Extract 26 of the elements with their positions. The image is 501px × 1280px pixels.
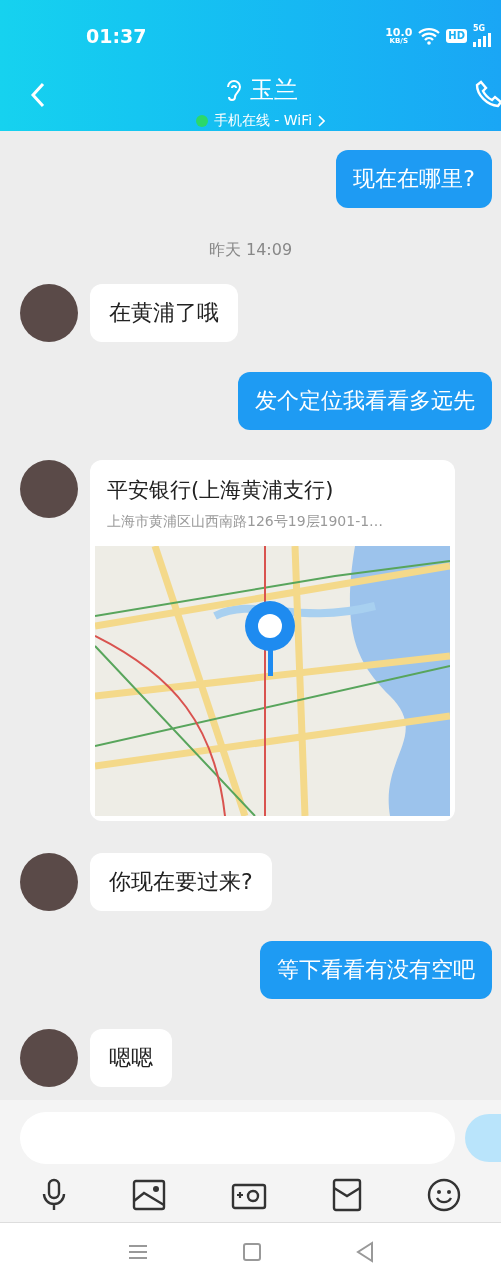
status-time: 01:37 (86, 23, 147, 49)
timestamp: 昨天 14:09 (208, 239, 293, 261)
envelope-icon[interactable] (331, 1178, 362, 1212)
microphone-icon[interactable] (40, 1178, 67, 1212)
contact-name: 玉兰 (249, 75, 298, 106)
location-card[interactable]: 平安银行(上海黄浦支行) 上海市黄浦区山西南路126号19层1901-1… (90, 460, 455, 821)
image-icon[interactable] (131, 1179, 166, 1211)
back-triangle-icon[interactable] (354, 1240, 375, 1263)
home-icon[interactable] (241, 1241, 262, 1262)
signal-icon (473, 33, 493, 47)
location-title: 平安银行(上海黄浦支行) (106, 477, 335, 504)
avatar[interactable] (20, 852, 78, 911)
network-type: 5G (473, 25, 486, 33)
network-speed: 10.0 (385, 27, 413, 38)
phone-icon[interactable] (475, 80, 501, 108)
received-message-bubble[interactable]: 你现在要过来? (90, 852, 272, 911)
avatar[interactable] (20, 1028, 78, 1087)
location-address: 上海市黄浦区山西南路126号19层1901-1… (106, 511, 385, 531)
avatar[interactable] (20, 460, 78, 518)
menu-icon[interactable] (126, 1242, 149, 1261)
wifi-icon (418, 27, 441, 45)
hd-badge: HD (446, 29, 467, 43)
avatar[interactable] (20, 284, 78, 342)
received-message-bubble[interactable]: 嗯嗯 (90, 1028, 172, 1087)
emoji-icon[interactable] (426, 1178, 461, 1212)
received-message-bubble[interactable]: 在黄浦了哦 (90, 284, 238, 342)
